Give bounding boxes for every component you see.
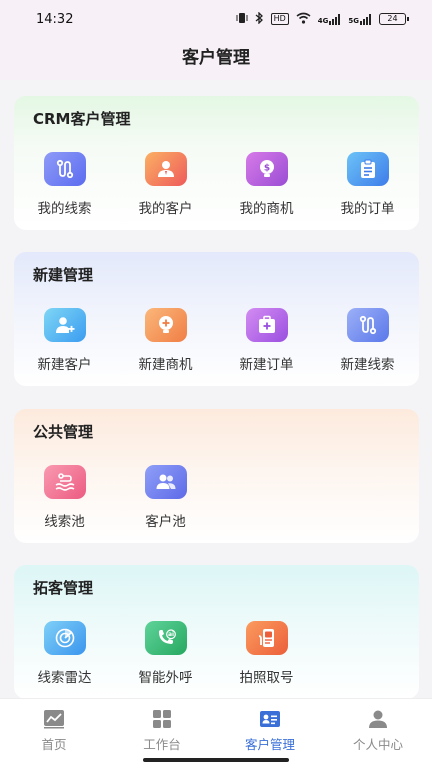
tab-home[interactable]: 首页: [0, 699, 108, 768]
new-lead-button[interactable]: 新建线索: [317, 308, 418, 373]
section-title: CRM客户管理: [33, 110, 131, 128]
chart-icon: [44, 710, 64, 729]
add-bulb-icon: [144, 308, 187, 342]
radar-icon: [43, 621, 86, 655]
lead-pool-button[interactable]: 线索池: [14, 465, 115, 530]
signal-5g-icon: 5G: [348, 13, 372, 25]
status-time: 14:32: [36, 11, 74, 27]
item-label: 新建线索: [340, 357, 395, 373]
section-acquisition: 拓客管理 线索雷达 ai 智能外呼 拍照取号: [14, 565, 419, 699]
tab-label: 工作台: [143, 737, 181, 752]
item-label: 客户池: [145, 514, 186, 530]
item-label: 新建客户: [37, 357, 92, 373]
add-person-icon: [43, 308, 86, 342]
svg-text:$: $: [263, 164, 269, 174]
item-label: 我的商机: [239, 201, 294, 217]
my-opportunities-button[interactable]: $ 我的商机: [216, 152, 317, 217]
lead-radar-button[interactable]: 线索雷达: [14, 621, 115, 686]
status-bar: 14:32 HD 4G 5G 24: [0, 0, 432, 38]
tab-label: 客户管理: [244, 737, 295, 752]
my-leads-button[interactable]: 我的线索: [14, 152, 115, 217]
customer-pool-button[interactable]: 客户池: [115, 465, 216, 530]
item-label: 拍照取号: [239, 670, 294, 686]
vibrate-icon: [236, 12, 248, 27]
item-label: 我的线索: [37, 201, 92, 217]
photo-id-button[interactable]: 拍照取号: [216, 621, 317, 686]
smart-call-button[interactable]: ai 智能外呼: [115, 621, 216, 686]
group-icon: [144, 465, 187, 499]
my-orders-button[interactable]: 我的订单: [317, 152, 418, 217]
signal-4g-icon: 4G: [318, 13, 342, 25]
add-bag-icon: [245, 308, 288, 342]
bluetooth-icon: [255, 10, 264, 27]
item-label: 新建订单: [239, 357, 294, 373]
tab-label: 个人中心: [352, 737, 403, 752]
hd-icon: HD: [270, 13, 289, 25]
item-label: 我的客户: [138, 201, 193, 217]
route-icon: [346, 308, 389, 342]
item-label: 线索雷达: [37, 670, 92, 686]
section-title: 新建管理: [33, 266, 94, 284]
pool-icon: [43, 465, 86, 499]
user-icon: [369, 710, 387, 728]
item-label: 线索池: [44, 514, 85, 530]
home-indicator: [143, 758, 289, 762]
section-title: 拓客管理: [33, 579, 94, 597]
item-label: 智能外呼: [138, 670, 193, 686]
person-icon: [144, 152, 187, 186]
tab-profile[interactable]: 个人中心: [324, 699, 432, 768]
item-label: 我的订单: [340, 201, 395, 217]
svg-text:ai: ai: [167, 631, 173, 638]
item-label: 新建商机: [138, 357, 193, 373]
page-title: 客户管理: [0, 38, 432, 80]
section-crm: CRM客户管理 我的线索 我的客户 $ 我的商机 我的订单: [14, 96, 419, 230]
my-customers-button[interactable]: 我的客户: [115, 152, 216, 217]
new-opportunity-button[interactable]: 新建商机: [115, 308, 216, 373]
phone-ai-icon: ai: [144, 621, 187, 655]
new-customer-button[interactable]: 新建客户: [14, 308, 115, 373]
photo-id-icon: [245, 621, 288, 655]
wifi-icon: [296, 12, 311, 27]
tab-label: 首页: [41, 737, 67, 752]
new-order-button[interactable]: 新建订单: [216, 308, 317, 373]
money-bulb-icon: $: [245, 152, 288, 186]
battery-icon: 24: [379, 13, 409, 25]
status-icons: HD 4G 5G 24: [236, 10, 409, 27]
route-icon: [43, 152, 86, 186]
section-title: 公共管理: [33, 423, 94, 441]
contact-card-icon: [260, 711, 280, 727]
section-public: 公共管理 线索池 客户池: [14, 409, 419, 543]
clipboard-icon: [346, 152, 389, 186]
section-new: 新建管理 新建客户 新建商机 新建订单 新建线索: [14, 252, 419, 386]
grid-icon: [153, 710, 171, 728]
